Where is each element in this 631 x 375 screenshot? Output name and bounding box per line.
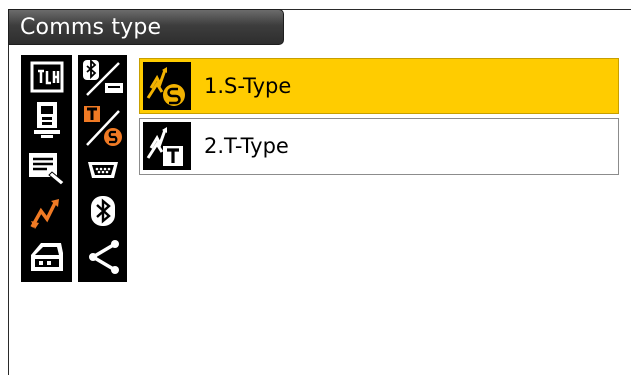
- t-s-type-icon[interactable]: [78, 105, 127, 147]
- option-label: 2.T-Type: [204, 134, 289, 158]
- bluetooth-cable-icon[interactable]: [78, 59, 127, 97]
- t-type-icon: [143, 122, 191, 170]
- memory-icon[interactable]: [21, 239, 72, 275]
- data-icon[interactable]: [21, 151, 72, 189]
- option-label: 1.S-Type: [204, 74, 292, 98]
- rs232-port-icon[interactable]: [78, 159, 127, 181]
- sidebar-column-2: [78, 55, 127, 282]
- sidebar-column-1: [21, 55, 72, 282]
- share-icon[interactable]: [78, 239, 127, 275]
- bluetooth-icon[interactable]: [78, 195, 127, 227]
- comms-icon[interactable]: [21, 197, 72, 231]
- page-title: Comms type: [20, 15, 162, 40]
- title-bar: Comms type: [8, 9, 284, 45]
- instrument-icon[interactable]: [21, 101, 72, 139]
- tilt-icon[interactable]: [21, 61, 72, 93]
- option-t-type[interactable]: 2.T-Type: [139, 118, 619, 175]
- option-s-type[interactable]: 1.S-Type: [139, 58, 619, 114]
- s-type-icon: [143, 62, 191, 110]
